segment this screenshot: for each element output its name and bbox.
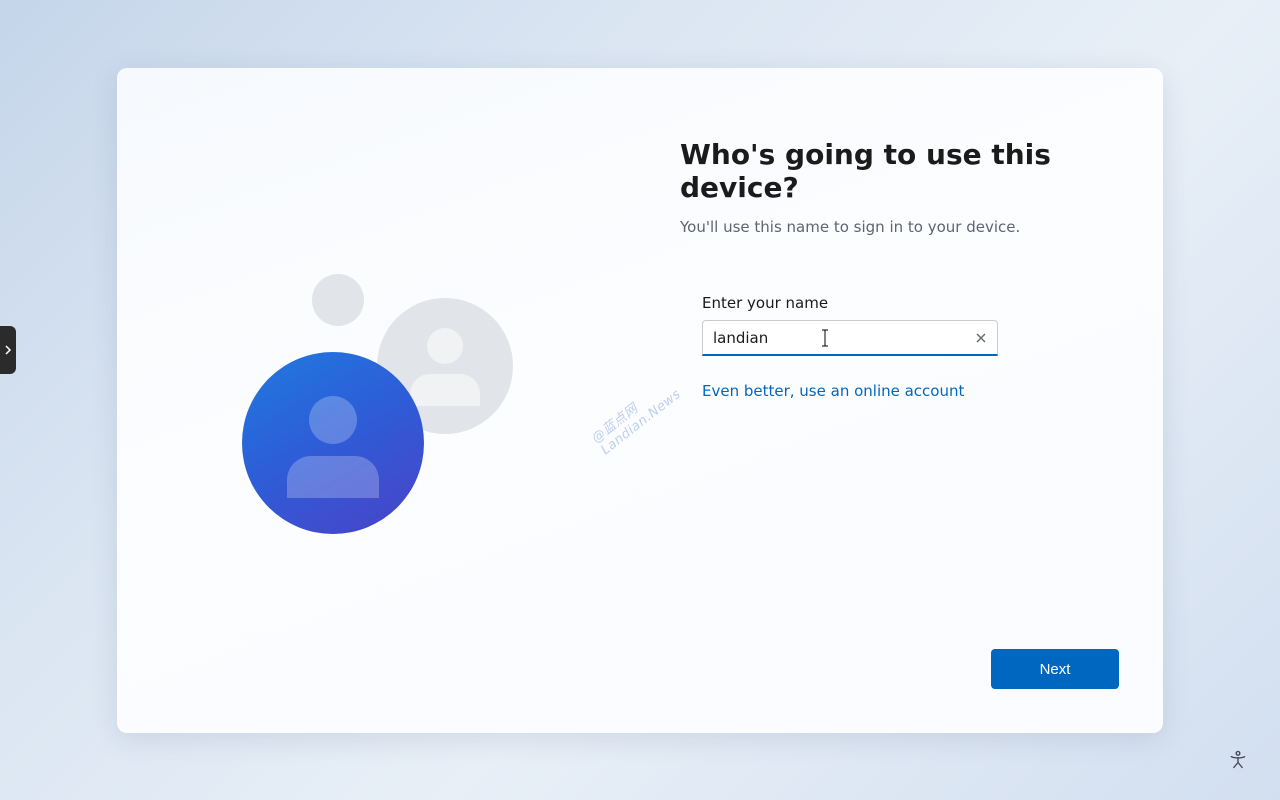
illustration-panel: @蓝点网 Landian.News (117, 68, 640, 733)
accessibility-icon (1228, 750, 1248, 770)
name-input-wrapper (702, 320, 998, 356)
form-panel: Who's going to use this device? You'll u… (640, 68, 1163, 733)
use-online-account-link[interactable]: Even better, use an online account (702, 382, 964, 400)
edge-expand-tab[interactable] (0, 326, 16, 374)
name-field-label: Enter your name (702, 294, 1103, 312)
avatar-small-icon (312, 274, 364, 326)
close-icon (975, 332, 987, 344)
avatar-large-icon (242, 352, 424, 534)
chevron-right-icon (3, 345, 13, 355)
accessibility-button[interactable] (1226, 748, 1250, 772)
next-button[interactable]: Next (991, 649, 1119, 689)
clear-input-button[interactable] (970, 327, 992, 349)
setup-dialog: @蓝点网 Landian.News Who's going to use thi… (117, 68, 1163, 733)
page-subtitle: You'll use this name to sign in to your … (680, 218, 1103, 236)
page-title: Who's going to use this device? (680, 138, 1103, 204)
name-input[interactable] (702, 320, 998, 356)
